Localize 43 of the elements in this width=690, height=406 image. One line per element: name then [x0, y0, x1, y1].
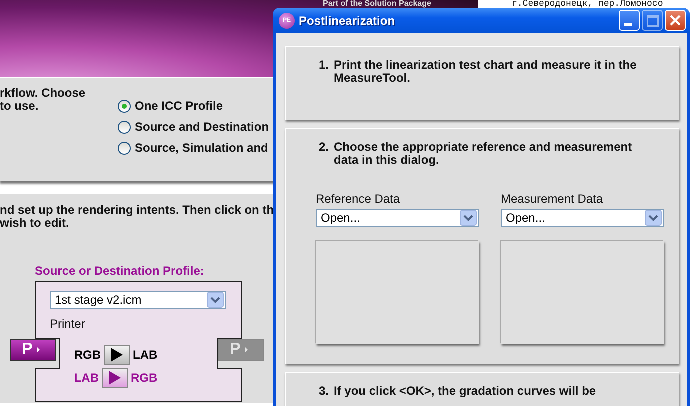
instruction-text: rkflow. Choose	[0, 87, 86, 100]
color-space-label: LAB	[74, 371, 99, 385]
play-arrow-icon	[109, 371, 121, 385]
color-space-label: RGB	[131, 371, 158, 385]
step-number: 1.	[319, 59, 330, 74]
radio-option[interactable]: One ICC Profile	[118, 98, 270, 114]
convert-button[interactable]	[102, 368, 128, 388]
field-label: Measurement Data	[501, 192, 604, 206]
dialog-title: Postlinearization	[299, 14, 396, 28]
step-text: If you click <OK>, the gradation curves will be	[334, 385, 596, 398]
radio-button[interactable]	[118, 100, 131, 112]
profile-label: Source or Destination Profile:	[35, 264, 206, 278]
instruction-text: nd set up the rendering intents. Then click on th	[0, 204, 274, 217]
data-dropdown[interactable]: Open...	[501, 209, 664, 227]
radio-option[interactable]: Source, Simulation and	[118, 140, 270, 156]
close-icon	[670, 15, 681, 26]
instruction-text: to use.	[0, 100, 39, 113]
profile-dropdown[interactable]: 1st stage v2.icm	[50, 291, 226, 309]
step-text: Choose the appropriate reference and measurement data in this dialog.	[334, 141, 634, 167]
banner-caption: Part of the Solution Package	[323, 0, 432, 8]
profile-button[interactable]: P	[10, 339, 56, 361]
color-space-label: RGB	[74, 348, 101, 362]
minimize-icon	[624, 23, 632, 26]
radio-label: Source, Simulation and	[135, 141, 268, 155]
field-label: Reference Data	[316, 192, 402, 206]
radio-button[interactable]	[118, 142, 131, 154]
instruction-text: wish to edit.	[0, 217, 70, 230]
convert-button[interactable]	[104, 345, 130, 365]
radio-option[interactable]: Source and Destination	[118, 119, 270, 135]
minimize-button[interactable]	[619, 10, 640, 31]
radio-button[interactable]	[118, 120, 131, 134]
play-arrow-icon	[111, 348, 123, 362]
color-space-label: LAB	[133, 348, 158, 362]
close-button[interactable]	[665, 10, 686, 31]
address-text: г.Северодонецк, пер.Ломоносо	[512, 0, 664, 9]
step-text: Print the linearization test chart and measure it in the MeasureTool.	[334, 59, 638, 85]
maximize-icon	[646, 14, 658, 26]
step-number: 2.	[319, 141, 330, 156]
device-label: Printer	[50, 317, 86, 331]
data-dropdown[interactable]: Open...	[316, 209, 479, 227]
step-number: 3.	[319, 385, 330, 398]
radio-label: Source and Destination	[135, 120, 270, 134]
radio-label: One ICC Profile	[135, 99, 224, 113]
